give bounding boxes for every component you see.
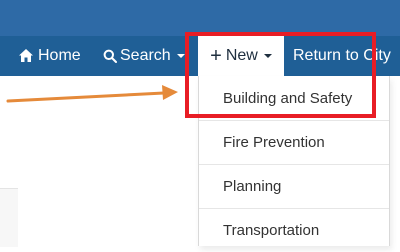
content-panel <box>0 188 18 247</box>
menu-item-transportation[interactable]: Transportation <box>199 208 389 252</box>
chevron-down-icon <box>263 54 272 58</box>
nav-search-dropdown[interactable]: Search <box>103 36 185 76</box>
menu-item-label: Fire Prevention <box>223 134 325 151</box>
menu-item-planning[interactable]: Planning <box>199 164 389 208</box>
search-icon <box>103 47 117 65</box>
nav-home-label: Home <box>38 47 81 64</box>
menu-item-label: Planning <box>223 178 282 195</box>
nav-search-label: Search <box>120 47 171 64</box>
nav-new-label: New <box>225 47 258 64</box>
home-icon <box>18 47 34 65</box>
nav-new-dropdown[interactable]: + New <box>198 36 284 76</box>
navbar: Home Search + New Return to City <box>0 36 400 76</box>
menu-item-label: Building and Safety <box>223 89 353 107</box>
new-dropdown-menu: Building and Safety Fire Prevention Plan… <box>198 76 390 246</box>
chevron-down-icon <box>176 54 185 58</box>
plus-icon: + <box>210 45 222 67</box>
menu-item-fire-prevention[interactable]: Fire Prevention <box>199 120 389 164</box>
nav-home-link[interactable]: Home <box>18 36 81 76</box>
menu-item-building-and-safety[interactable]: Building and Safety <box>199 76 389 120</box>
nav-return-label: Return to City <box>293 47 391 64</box>
header-strip <box>0 0 400 36</box>
menu-item-label: Transportation <box>223 222 320 239</box>
nav-return-link[interactable]: Return to City <box>293 36 391 76</box>
